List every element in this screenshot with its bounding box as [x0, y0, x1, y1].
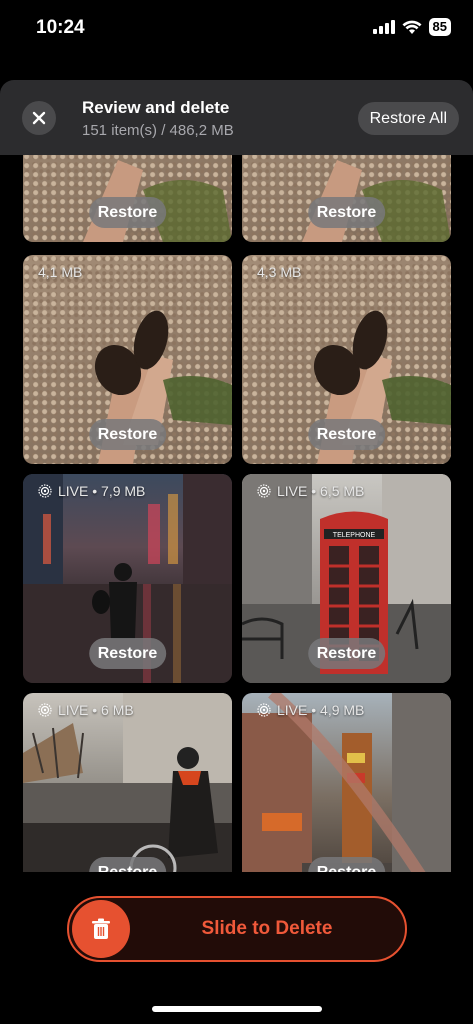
home-indicator[interactable]: [152, 1006, 322, 1012]
status-icons: 85: [372, 18, 451, 36]
photo-tile[interactable]: TELEPHONE LIVE • 6,5 MB Restore: [242, 474, 451, 683]
photo-feet-on-sand: [302, 160, 451, 242]
live-photo-icon: [38, 703, 52, 717]
slider-label: Slide to Delete: [201, 918, 333, 939]
tile-size-label: LIVE • 4,9 MB: [257, 702, 364, 718]
battery-indicator: 85: [428, 18, 451, 36]
photo-tile[interactable]: 4,3 MB Restore: [242, 255, 451, 464]
photo-cyclist: [23, 693, 232, 872]
restore-button[interactable]: Restore: [88, 419, 167, 450]
photo-grid[interactable]: Restore Restore 4,1 MB Restore 4,3 MB Re…: [0, 150, 473, 872]
live-photo-icon: [257, 484, 271, 498]
photo-tile[interactable]: LIVE • 6 MB Restore: [23, 693, 232, 872]
photo-tile[interactable]: LIVE • 4,9 MB Restore: [242, 693, 451, 872]
photo-city-street: [242, 693, 451, 872]
tile-size-text: LIVE • 6,5 MB: [277, 483, 365, 499]
tile-size-label: LIVE • 7,9 MB: [38, 483, 145, 499]
photo-tile[interactable]: Restore: [23, 150, 232, 242]
header-subtitle: 151 item(s) / 486,2 MB: [82, 122, 234, 139]
trash-icon: [92, 918, 110, 939]
signal-icon: [372, 20, 395, 34]
status-bar: 10:24 85: [0, 0, 473, 60]
wifi-icon: [402, 20, 422, 34]
photo-tile[interactable]: 4,1 MB Restore: [23, 255, 232, 464]
close-button[interactable]: [22, 101, 56, 135]
restore-button[interactable]: Restore: [88, 638, 167, 669]
slider-knob[interactable]: [72, 900, 130, 958]
tile-size-text: LIVE • 7,9 MB: [58, 483, 146, 499]
restore-button[interactable]: Restore: [88, 857, 167, 872]
tile-size-text: LIVE • 4,9 MB: [277, 702, 365, 718]
restore-button[interactable]: Restore: [307, 638, 386, 669]
restore-all-button[interactable]: Restore All: [357, 102, 459, 135]
tile-size-text: LIVE • 6 MB: [58, 702, 134, 718]
photo-feet-on-sand: [83, 160, 232, 242]
header-title: Review and delete: [82, 98, 230, 117]
tile-size-label: 4,1 MB: [38, 264, 83, 280]
review-header: Review and delete 151 item(s) / 486,2 MB…: [0, 80, 473, 155]
photo-tile[interactable]: Restore: [242, 150, 451, 242]
close-icon: [32, 111, 46, 125]
status-time: 10:24: [36, 17, 85, 38]
slide-to-delete-slider[interactable]: Slide to Delete: [67, 896, 407, 962]
tile-size-label: 4,3 MB: [257, 264, 302, 280]
restore-button[interactable]: Restore: [307, 197, 386, 228]
live-photo-icon: [257, 703, 271, 717]
photo-tile[interactable]: LIVE • 7,9 MB Restore: [23, 474, 232, 683]
tile-size-label: LIVE • 6 MB: [38, 702, 134, 718]
restore-button[interactable]: Restore: [88, 197, 167, 228]
restore-button[interactable]: Restore: [307, 857, 386, 872]
phone-booth-sign: TELEPHONE: [333, 532, 376, 539]
restore-button[interactable]: Restore: [307, 419, 386, 450]
bottom-bar: Slide to Delete: [0, 872, 473, 1024]
live-photo-icon: [38, 484, 52, 498]
tile-size-label: LIVE • 6,5 MB: [257, 483, 364, 499]
